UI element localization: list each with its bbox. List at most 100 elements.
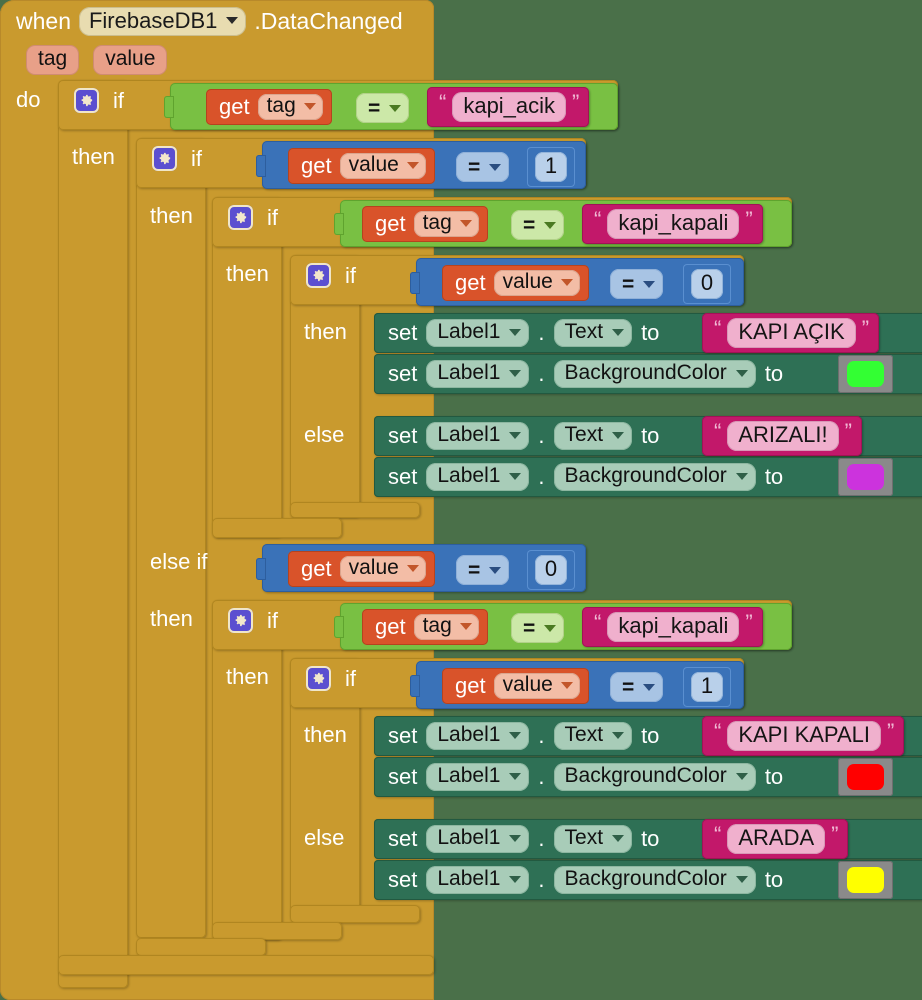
color-swatch-green[interactable]	[838, 355, 893, 393]
get-var-dropdown-tag-3[interactable]: tag	[413, 614, 479, 640]
get-block-tag-1[interactable]: get tag	[206, 89, 332, 125]
get-block-value-2[interactable]: get value	[442, 265, 589, 301]
operator-dropdown-5[interactable]: =	[456, 555, 510, 585]
chevron-down-icon	[735, 472, 748, 480]
operator-dropdown-2[interactable]: =	[456, 152, 510, 182]
setter-property-5: Text	[564, 723, 604, 746]
if-block-level2[interactable]	[136, 138, 206, 938]
get-block-value-4[interactable]: get value	[442, 668, 589, 704]
number-block-2[interactable]: 0	[683, 264, 731, 304]
color-swatch-yellow[interactable]	[838, 861, 893, 899]
then-label-2: then	[150, 203, 193, 228]
setter-property-dropdown-1[interactable]: Text	[553, 319, 633, 347]
text-block-kapi-kapali-value[interactable]: “ KAPI KAPALI ”	[702, 716, 905, 756]
mutator-gear-icon-5[interactable]	[228, 608, 253, 633]
dot-separator-8: .	[538, 867, 545, 892]
mutator-gear-icon-3[interactable]	[228, 205, 253, 230]
text-block-kapi-acik[interactable]: “ kapi_acik ”	[427, 87, 590, 127]
plug-notch-2	[256, 155, 266, 177]
text-value-7[interactable]: ARADA	[727, 824, 826, 854]
plug-notch-4	[410, 272, 420, 294]
color-swatch-red[interactable]	[838, 758, 893, 796]
get-label-1: get	[219, 94, 250, 119]
plug-notch-7	[410, 675, 420, 697]
operator-symbol-4: =	[622, 272, 635, 296]
text-value-1[interactable]: kapi_acik	[452, 92, 567, 122]
operator-symbol-2: =	[468, 155, 481, 179]
setter-property-dropdown-6[interactable]: BackgroundColor	[553, 763, 756, 791]
setter-component-dropdown-5[interactable]: Label1	[426, 722, 530, 750]
setter-component-dropdown-6[interactable]: Label1	[426, 763, 530, 791]
setter-component-dropdown-3[interactable]: Label1	[426, 422, 530, 450]
text-value-5[interactable]: kapi_kapali	[607, 612, 740, 642]
get-var-dropdown-value-3[interactable]: value	[339, 556, 426, 582]
color-swatch-magenta[interactable]	[838, 458, 893, 496]
to-label-6: to	[764, 764, 784, 789]
to-label-3: to	[641, 423, 660, 448]
setter-property-dropdown-4[interactable]: BackgroundColor	[553, 463, 756, 491]
operator-dropdown-1[interactable]: =	[356, 93, 410, 123]
number-value-2[interactable]: 0	[690, 269, 724, 299]
setter-property-dropdown-7[interactable]: Text	[553, 825, 633, 853]
get-block-value-1[interactable]: get value	[288, 148, 435, 184]
setter-component-dropdown-1[interactable]: Label1	[426, 319, 530, 347]
setter-component-dropdown-2[interactable]: Label1	[426, 360, 530, 388]
text-block-kapi-acik-value[interactable]: “ KAPI AÇIK ”	[702, 313, 880, 353]
setter-property-dropdown-2[interactable]: BackgroundColor	[553, 360, 756, 388]
operator-symbol-1: =	[368, 96, 381, 120]
get-var-dropdown-value-2[interactable]: value	[493, 270, 580, 296]
setter-property-dropdown-8[interactable]: BackgroundColor	[553, 866, 756, 894]
number-block-1[interactable]: 1	[527, 147, 575, 187]
text-block-arizali-value[interactable]: “ ARIZALI! ”	[702, 416, 862, 456]
color-chip-red	[847, 764, 884, 790]
component-dropdown-firebasedb1[interactable]: FirebaseDB1	[78, 6, 247, 36]
get-var-dropdown-tag-2[interactable]: tag	[413, 211, 479, 237]
mutator-gear-icon-2[interactable]	[152, 146, 177, 171]
text-block-kapi-kapali-2[interactable]: “ kapi_kapali ”	[582, 607, 763, 647]
param-chip-value[interactable]: value	[93, 45, 168, 75]
setter-property-dropdown-5[interactable]: Text	[553, 722, 633, 750]
operator-dropdown-3[interactable]: =	[511, 210, 565, 240]
setter-property-dropdown-3[interactable]: Text	[553, 422, 633, 450]
blocks-canvas: when FirebaseDB1 .DataChanged tag value …	[0, 0, 922, 1000]
get-block-tag-2[interactable]: get tag	[362, 206, 488, 242]
to-label-5: to	[641, 723, 660, 748]
get-var-dropdown-tag-1[interactable]: tag	[257, 94, 323, 120]
if-block-level1[interactable]	[58, 80, 128, 988]
get-block-tag-3[interactable]: get tag	[362, 609, 488, 645]
param-chip-tag[interactable]: tag	[26, 45, 80, 75]
text-value-2[interactable]: kapi_kapali	[607, 209, 740, 239]
number-value-3[interactable]: 0	[534, 555, 568, 585]
mutator-gear-icon-6[interactable]	[306, 666, 331, 691]
event-parameters: tag value	[26, 45, 168, 75]
number-block-4[interactable]: 1	[683, 667, 731, 707]
operator-dropdown-4[interactable]: =	[610, 269, 664, 299]
text-value-6[interactable]: KAPI KAPALI	[727, 721, 881, 751]
text-block-kapi-kapali-1[interactable]: “ kapi_kapali ”	[582, 204, 763, 244]
setter-component-dropdown-8[interactable]: Label1	[426, 866, 530, 894]
color-chip-yellow	[847, 867, 884, 893]
get-var-dropdown-value-1[interactable]: value	[339, 153, 426, 179]
chevron-down-icon	[226, 17, 239, 24]
get-block-value-3[interactable]: get value	[288, 551, 435, 587]
get-label-7: get	[455, 673, 486, 698]
number-value-4[interactable]: 1	[690, 672, 724, 702]
to-label-8: to	[764, 867, 784, 892]
text-value-3[interactable]: KAPI AÇIK	[727, 318, 856, 348]
operator-dropdown-6[interactable]: =	[511, 613, 565, 643]
text-value-4[interactable]: ARIZALI!	[727, 421, 839, 451]
operator-dropdown-7[interactable]: =	[610, 672, 664, 702]
mutator-gear-icon-4[interactable]	[306, 263, 331, 288]
number-block-3[interactable]: 0	[527, 550, 575, 590]
chevron-down-icon	[643, 280, 656, 288]
get-var-dropdown-value-4[interactable]: value	[493, 673, 580, 699]
setter-component-dropdown-4[interactable]: Label1	[426, 463, 530, 491]
else-label-1: else	[304, 422, 345, 447]
get-label-3: get	[375, 211, 406, 236]
text-block-arada-value[interactable]: “ ARADA ”	[702, 819, 849, 859]
if-block-level3[interactable]	[212, 197, 282, 537]
number-value-1[interactable]: 1	[534, 152, 568, 182]
if-block-level3b[interactable]	[212, 600, 282, 940]
setter-component-dropdown-7[interactable]: Label1	[426, 825, 530, 853]
mutator-gear-icon-1[interactable]	[74, 88, 99, 113]
